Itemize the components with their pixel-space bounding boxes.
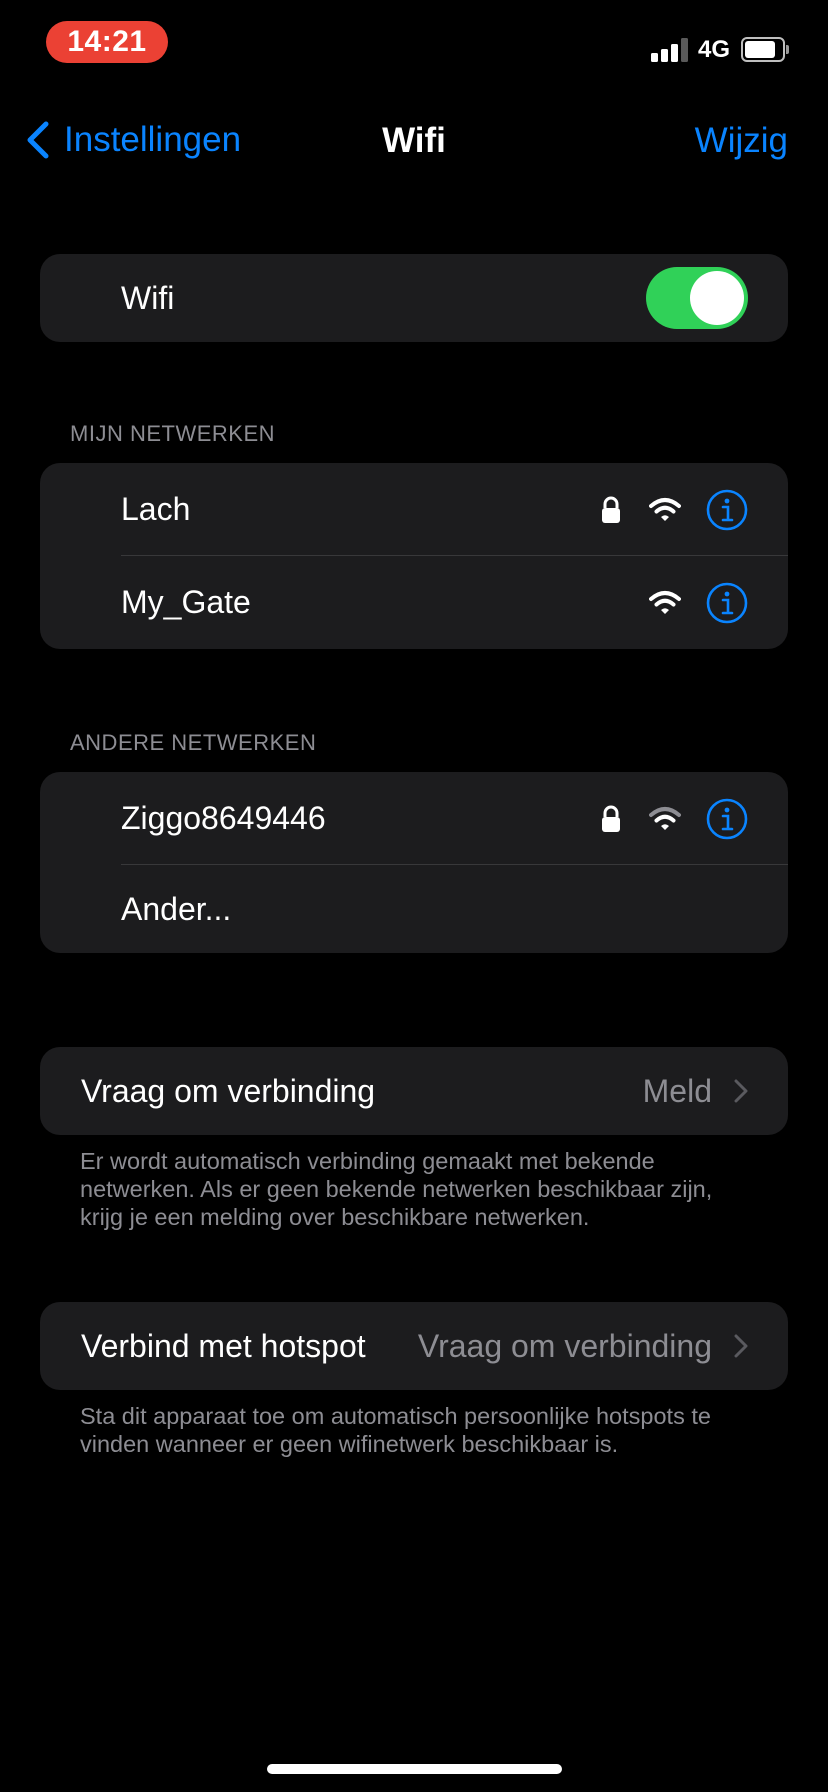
ask-to-join-label: Vraag om verbinding [81, 1072, 376, 1109]
other-network-label: Ander... [121, 890, 232, 927]
info-icon[interactable] [706, 798, 748, 840]
info-icon[interactable] [706, 489, 748, 531]
network-row-other[interactable]: Ander... [40, 865, 788, 953]
status-time: 14:21 [46, 21, 168, 63]
ask-to-join-footer: Er wordt automatisch verbinding gemaakt … [80, 1148, 713, 1230]
ask-to-join-value: Meld [642, 1072, 712, 1109]
status-bar: 14:21 4G [0, 0, 828, 90]
network-name: My_Gate [121, 584, 251, 620]
cellular-signal-icon [651, 38, 689, 62]
wifi-toggle-switch[interactable] [646, 267, 748, 329]
network-row-my-gate[interactable]: My_Gate [40, 556, 788, 649]
wifi-signal-icon [649, 806, 681, 830]
network-name: Ziggo8649446 [121, 800, 326, 836]
battery-icon [741, 37, 789, 62]
wifi-toggle-row: Wifi [40, 254, 788, 342]
wifi-signal-icon [649, 497, 681, 521]
wifi-signal-icon [649, 590, 681, 614]
chevron-right-icon [734, 1334, 748, 1358]
ask-to-join-group: Vraag om verbinding Meld [40, 1047, 788, 1135]
network-row-ziggo[interactable]: Ziggo8649446 [40, 772, 788, 865]
edit-button[interactable]: Wijzig [695, 121, 788, 161]
toggle-knob [690, 271, 744, 325]
my-networks-header: MIJN NETWERKEN [70, 421, 275, 446]
network-name: Lach [121, 491, 191, 527]
chevron-right-icon [734, 1079, 748, 1103]
my-networks-group: Lach My_Gate [40, 463, 788, 649]
other-networks-header: ANDERE NETWERKEN [70, 730, 317, 755]
home-indicator[interactable] [267, 1764, 562, 1774]
hotspot-value: Vraag om verbinding [417, 1327, 712, 1364]
network-type: 4G [698, 36, 731, 63]
navigation-bar: Instellingen Wifi Wijzig [0, 100, 828, 180]
hotspot-footer: Sta dit apparaat toe om automatisch pers… [80, 1403, 711, 1457]
hotspot-label: Verbind met hotspot [81, 1327, 366, 1364]
wifi-toggle-group: Wifi [40, 254, 788, 342]
wifi-label: Wifi [121, 279, 175, 316]
hotspot-group: Verbind met hotspot Vraag om verbinding [40, 1302, 788, 1390]
hotspot-row[interactable]: Verbind met hotspot Vraag om verbinding [40, 1302, 788, 1390]
lock-icon [602, 805, 620, 832]
ask-to-join-row[interactable]: Vraag om verbinding Meld [40, 1047, 788, 1135]
lock-icon [602, 496, 620, 523]
network-row-lach[interactable]: Lach [40, 463, 788, 556]
other-networks-group: Ziggo8649446 Ander... [40, 772, 788, 953]
info-icon[interactable] [706, 582, 748, 624]
